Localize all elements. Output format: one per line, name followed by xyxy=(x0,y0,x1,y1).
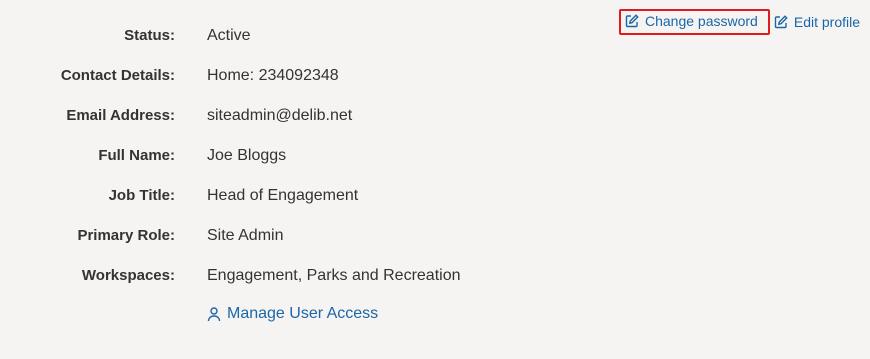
detail-row-full-name: Full Name: Joe Bloggs xyxy=(0,144,460,184)
detail-value: Site Admin xyxy=(207,227,284,244)
user-details-list: Status: Active Contact Details: Home: 23… xyxy=(0,24,461,304)
change-password-label: Change password xyxy=(645,13,758,29)
detail-label: Job Title: xyxy=(108,187,175,204)
detail-row-contact-details: Contact Details: Home: 234092348 xyxy=(0,64,460,104)
user-icon xyxy=(207,306,221,322)
detail-value: Home: 234092348 xyxy=(207,67,339,84)
edit-icon xyxy=(625,14,639,28)
profile-actions: Change password Edit profile xyxy=(619,9,860,35)
detail-row-primary-role: Primary Role: Site Admin xyxy=(0,224,460,264)
detail-value: Joe Bloggs xyxy=(207,147,287,164)
manage-user-access-link[interactable]: Manage User Access xyxy=(207,305,378,323)
detail-row-job-title: Job Title: Head of Engagement xyxy=(0,184,460,224)
detail-row-email-address: Email Address: siteadmin@delib.net xyxy=(0,104,460,144)
detail-label: Email Address: xyxy=(66,107,175,124)
detail-label: Full Name: xyxy=(98,147,175,164)
detail-row-workspaces: Workspaces: Engagement, Parks and Recrea… xyxy=(0,264,461,304)
edit-profile-link[interactable]: Edit profile xyxy=(774,14,860,30)
detail-value: Active xyxy=(207,27,251,44)
detail-value: Head of Engagement xyxy=(207,187,359,204)
change-password-link[interactable]: Change password xyxy=(619,9,770,35)
detail-label: Status: xyxy=(124,27,175,44)
edit-profile-label: Edit profile xyxy=(793,14,861,30)
detail-row-status: Status: Active xyxy=(0,24,460,64)
manage-user-access-label: Manage User Access xyxy=(227,305,379,322)
detail-label: Workspaces: xyxy=(81,267,175,284)
edit-icon xyxy=(774,15,788,29)
detail-value: Engagement, Parks and Recreation xyxy=(207,267,461,284)
detail-value: siteadmin@delib.net xyxy=(207,107,353,124)
detail-label: Contact Details: xyxy=(60,67,175,84)
detail-label: Primary Role: xyxy=(77,227,175,244)
